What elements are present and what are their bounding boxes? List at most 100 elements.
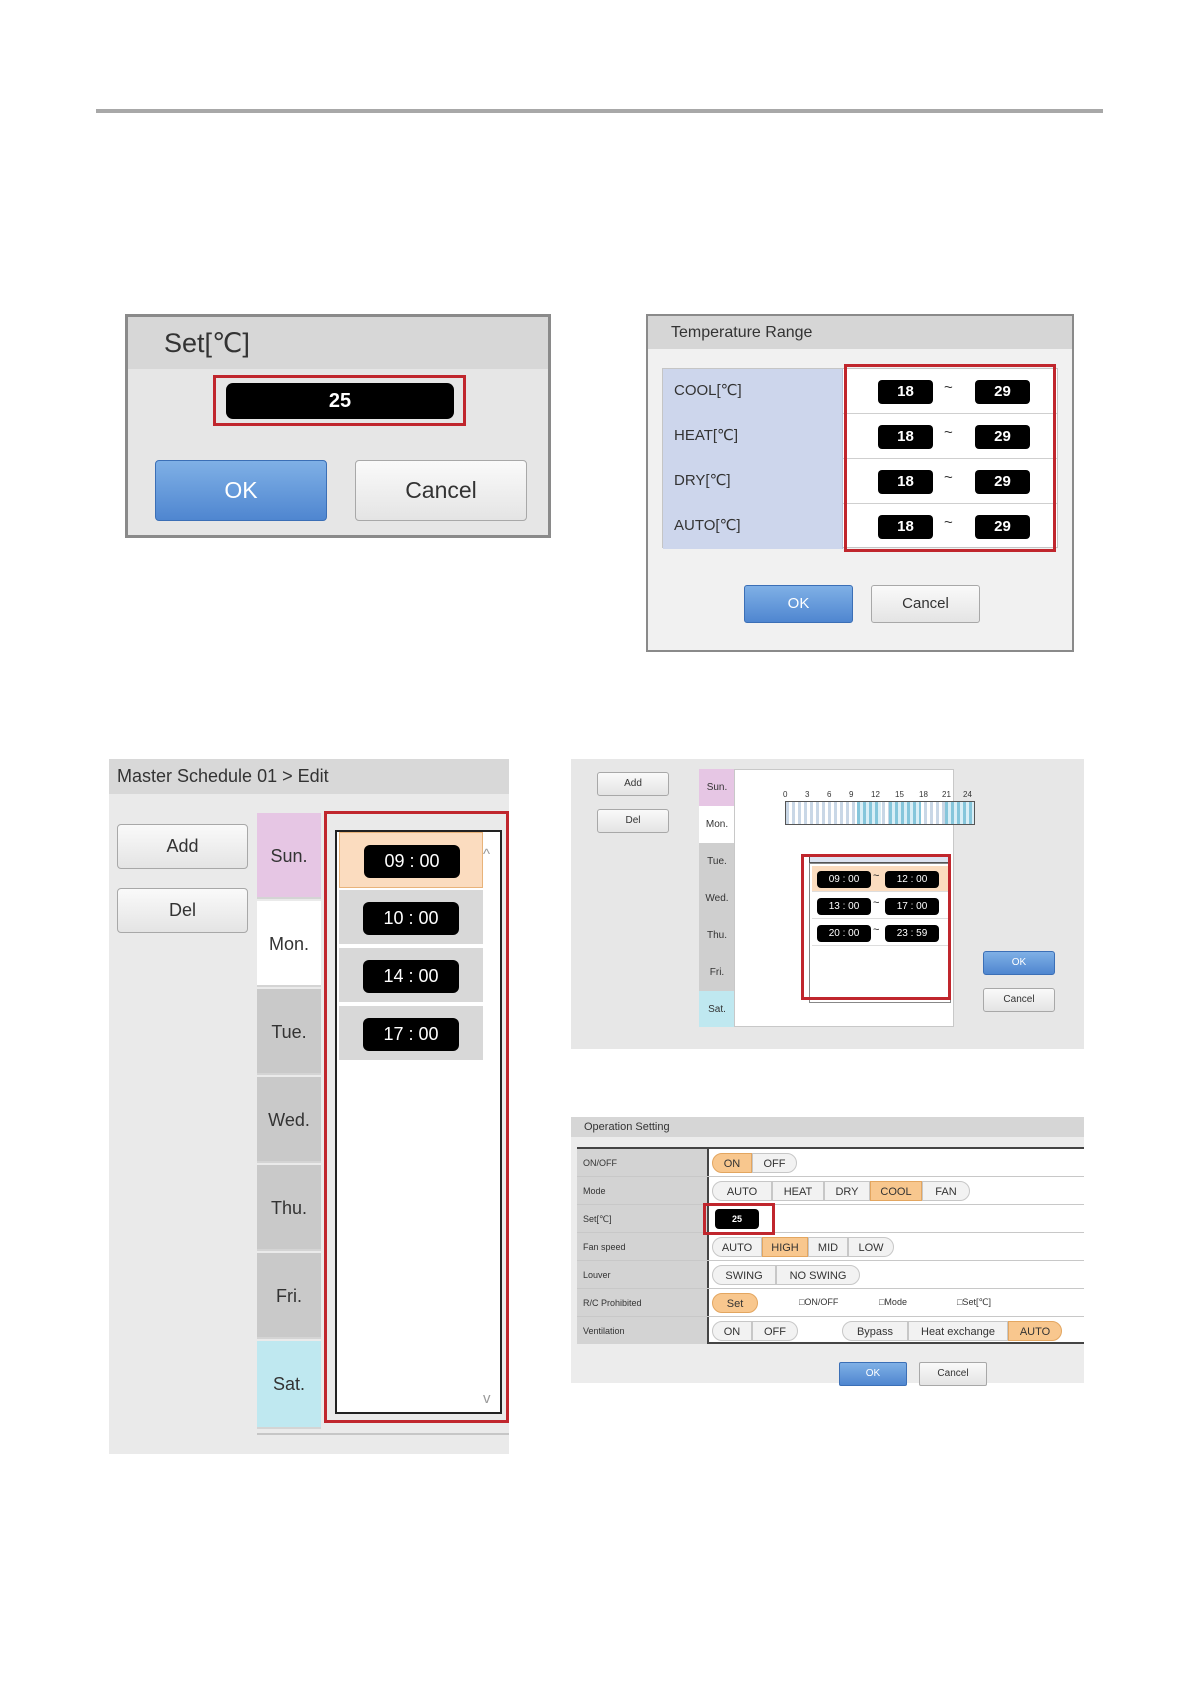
cancel-button[interactable]: Cancel [919, 1362, 987, 1386]
vent-off-button[interactable]: OFF [752, 1321, 798, 1341]
cancel-button[interactable]: Cancel [871, 585, 980, 623]
tab-tue[interactable]: Tue. [699, 843, 735, 880]
vent-on-button[interactable]: ON [712, 1321, 752, 1341]
set-temperature-dialog: Set[℃] 25 OK Cancel [125, 314, 551, 538]
timeline-period [945, 802, 974, 824]
hour-tick: 15 [895, 790, 904, 799]
tab-thu[interactable]: Thu. [257, 1165, 321, 1251]
fan-high-button[interactable]: HIGH [762, 1237, 808, 1257]
tab-wed[interactable]: Wed. [257, 1077, 321, 1163]
highlight-box [324, 811, 509, 1423]
temperature-range-dialog: Temperature Range COOL[℃] 18 ~ 29 HEAT[℃… [646, 314, 1074, 652]
vent-heat-exchange-button[interactable]: Heat exchange [908, 1321, 1008, 1341]
tab-fri[interactable]: Fri. [257, 1253, 321, 1339]
mode-dry-button[interactable]: DRY [824, 1181, 870, 1201]
row-louver: Louver SWING NO SWING [577, 1261, 1084, 1289]
louver-noswing-button[interactable]: NO SWING [776, 1265, 860, 1285]
vent-auto-button[interactable]: AUTO [1008, 1321, 1062, 1341]
mode-cool-button[interactable]: COOL [870, 1181, 922, 1201]
row-label: Louver [577, 1261, 709, 1288]
row-onoff: ON/OFF ON OFF [577, 1149, 1084, 1177]
row-label: Set[℃] [577, 1205, 709, 1232]
tab-sun[interactable]: Sun. [257, 813, 321, 899]
add-button[interactable]: Add [597, 772, 669, 796]
row-label: COOL[℃] [663, 369, 843, 414]
row-mode: Mode AUTO HEAT DRY COOL FAN [577, 1177, 1084, 1205]
hour-tick: 18 [919, 790, 928, 799]
tab-mon[interactable]: Mon. [699, 806, 735, 843]
hour-tick: 24 [963, 790, 972, 799]
hour-tick: 0 [783, 790, 788, 799]
weekly-schedule-panel: Add Del Sun. Mon. Tue. Wed. Thu. Fri. Sa… [571, 759, 1084, 1049]
tab-fri[interactable]: Fri. [699, 954, 735, 991]
row-label: Mode [577, 1177, 709, 1204]
schedule-sheet: 0 3 6 9 12 15 18 21 24 09 : 00 ~ 12 : 00… [734, 769, 975, 1027]
hour-tick: 3 [805, 790, 810, 799]
add-button[interactable]: Add [117, 824, 248, 869]
hour-scale: 0 3 6 9 12 15 18 21 24 [783, 790, 978, 800]
row-label: ON/OFF [577, 1149, 709, 1176]
tab-sat[interactable]: Sat. [699, 991, 735, 1027]
day-timeline[interactable] [785, 801, 975, 825]
row-label: Ventilation [577, 1317, 709, 1344]
day-tabs: Sun. Mon. Tue. Wed. Thu. Fri. Sat. [257, 813, 321, 1433]
rc-set-checkbox[interactable]: □Set[℃] [957, 1297, 991, 1308]
onoff-off-button[interactable]: OFF [752, 1153, 797, 1173]
day-tabs: Sun. Mon. Tue. Wed. Thu. Fri. Sat. [699, 769, 735, 1027]
ok-button[interactable]: OK [839, 1362, 907, 1386]
ok-button[interactable]: OK [983, 951, 1055, 975]
row-fan: Fan speed AUTO HIGH MID LOW [577, 1233, 1084, 1261]
highlight-box [844, 364, 1056, 552]
hour-tick: 6 [827, 790, 832, 799]
divider [257, 1433, 509, 1435]
timeline-period [889, 802, 921, 824]
tab-tue[interactable]: Tue. [257, 989, 321, 1075]
vent-bypass-button[interactable]: Bypass [842, 1321, 908, 1341]
row-label: DRY[℃] [663, 459, 843, 504]
tab-sun[interactable]: Sun. [699, 769, 735, 806]
del-button[interactable]: Del [597, 809, 669, 833]
operation-setting-dialog: Operation Setting ON/OFF ON OFF Mode AUT… [571, 1117, 1084, 1386]
top-divider [96, 109, 1103, 113]
hour-tick: 21 [942, 790, 951, 799]
dialog-title: Temperature Range [648, 316, 1072, 349]
highlight-box [703, 1203, 775, 1235]
tab-sat[interactable]: Sat. [257, 1341, 321, 1429]
row-label: HEAT[℃] [663, 414, 843, 459]
row-label: AUTO[℃] [663, 504, 843, 549]
highlight-box [801, 854, 951, 1000]
mode-heat-button[interactable]: HEAT [772, 1181, 824, 1201]
rc-mode-checkbox[interactable]: □Mode [879, 1297, 907, 1307]
ok-button[interactable]: OK [155, 460, 327, 521]
dialog-title: Set[℃] [128, 317, 548, 369]
ok-button[interactable]: OK [744, 585, 853, 623]
onoff-on-button[interactable]: ON [712, 1153, 752, 1173]
fan-auto-button[interactable]: AUTO [712, 1237, 762, 1257]
row-set: Set[℃] 25 [577, 1205, 1084, 1233]
rc-onoff-checkbox[interactable]: □ON/OFF [799, 1297, 838, 1307]
page-title: Master Schedule 01 > Edit [109, 759, 509, 794]
mode-fan-button[interactable]: FAN [922, 1181, 970, 1201]
del-button[interactable]: Del [117, 888, 248, 933]
row-label: Fan speed [577, 1233, 709, 1260]
row-ventilation: Ventilation ON OFF Bypass Heat exchange … [577, 1317, 1084, 1345]
hour-tick: 12 [871, 790, 880, 799]
dialog-title: Operation Setting [571, 1117, 1084, 1137]
rc-set-button[interactable]: Set [712, 1293, 758, 1313]
tab-mon[interactable]: Mon. [257, 901, 321, 987]
tab-thu[interactable]: Thu. [699, 917, 735, 954]
hour-tick: 9 [849, 790, 854, 799]
mode-auto-button[interactable]: AUTO [712, 1181, 772, 1201]
louver-swing-button[interactable]: SWING [712, 1265, 776, 1285]
fan-low-button[interactable]: LOW [848, 1237, 894, 1257]
fan-mid-button[interactable]: MID [808, 1237, 848, 1257]
row-rc-prohibited: R/C Prohibited Set □ON/OFF □Mode □Set[℃] [577, 1289, 1084, 1317]
master-schedule-edit: Master Schedule 01 > Edit Add Del Sun. M… [109, 759, 509, 1454]
highlight-box [213, 375, 466, 426]
cancel-button[interactable]: Cancel [355, 460, 527, 521]
row-label: R/C Prohibited [577, 1289, 709, 1316]
tab-wed[interactable]: Wed. [699, 880, 735, 917]
settings-grid: ON/OFF ON OFF Mode AUTO HEAT DRY COOL FA… [577, 1147, 1084, 1344]
timeline-period [857, 802, 881, 824]
cancel-button[interactable]: Cancel [983, 988, 1055, 1012]
